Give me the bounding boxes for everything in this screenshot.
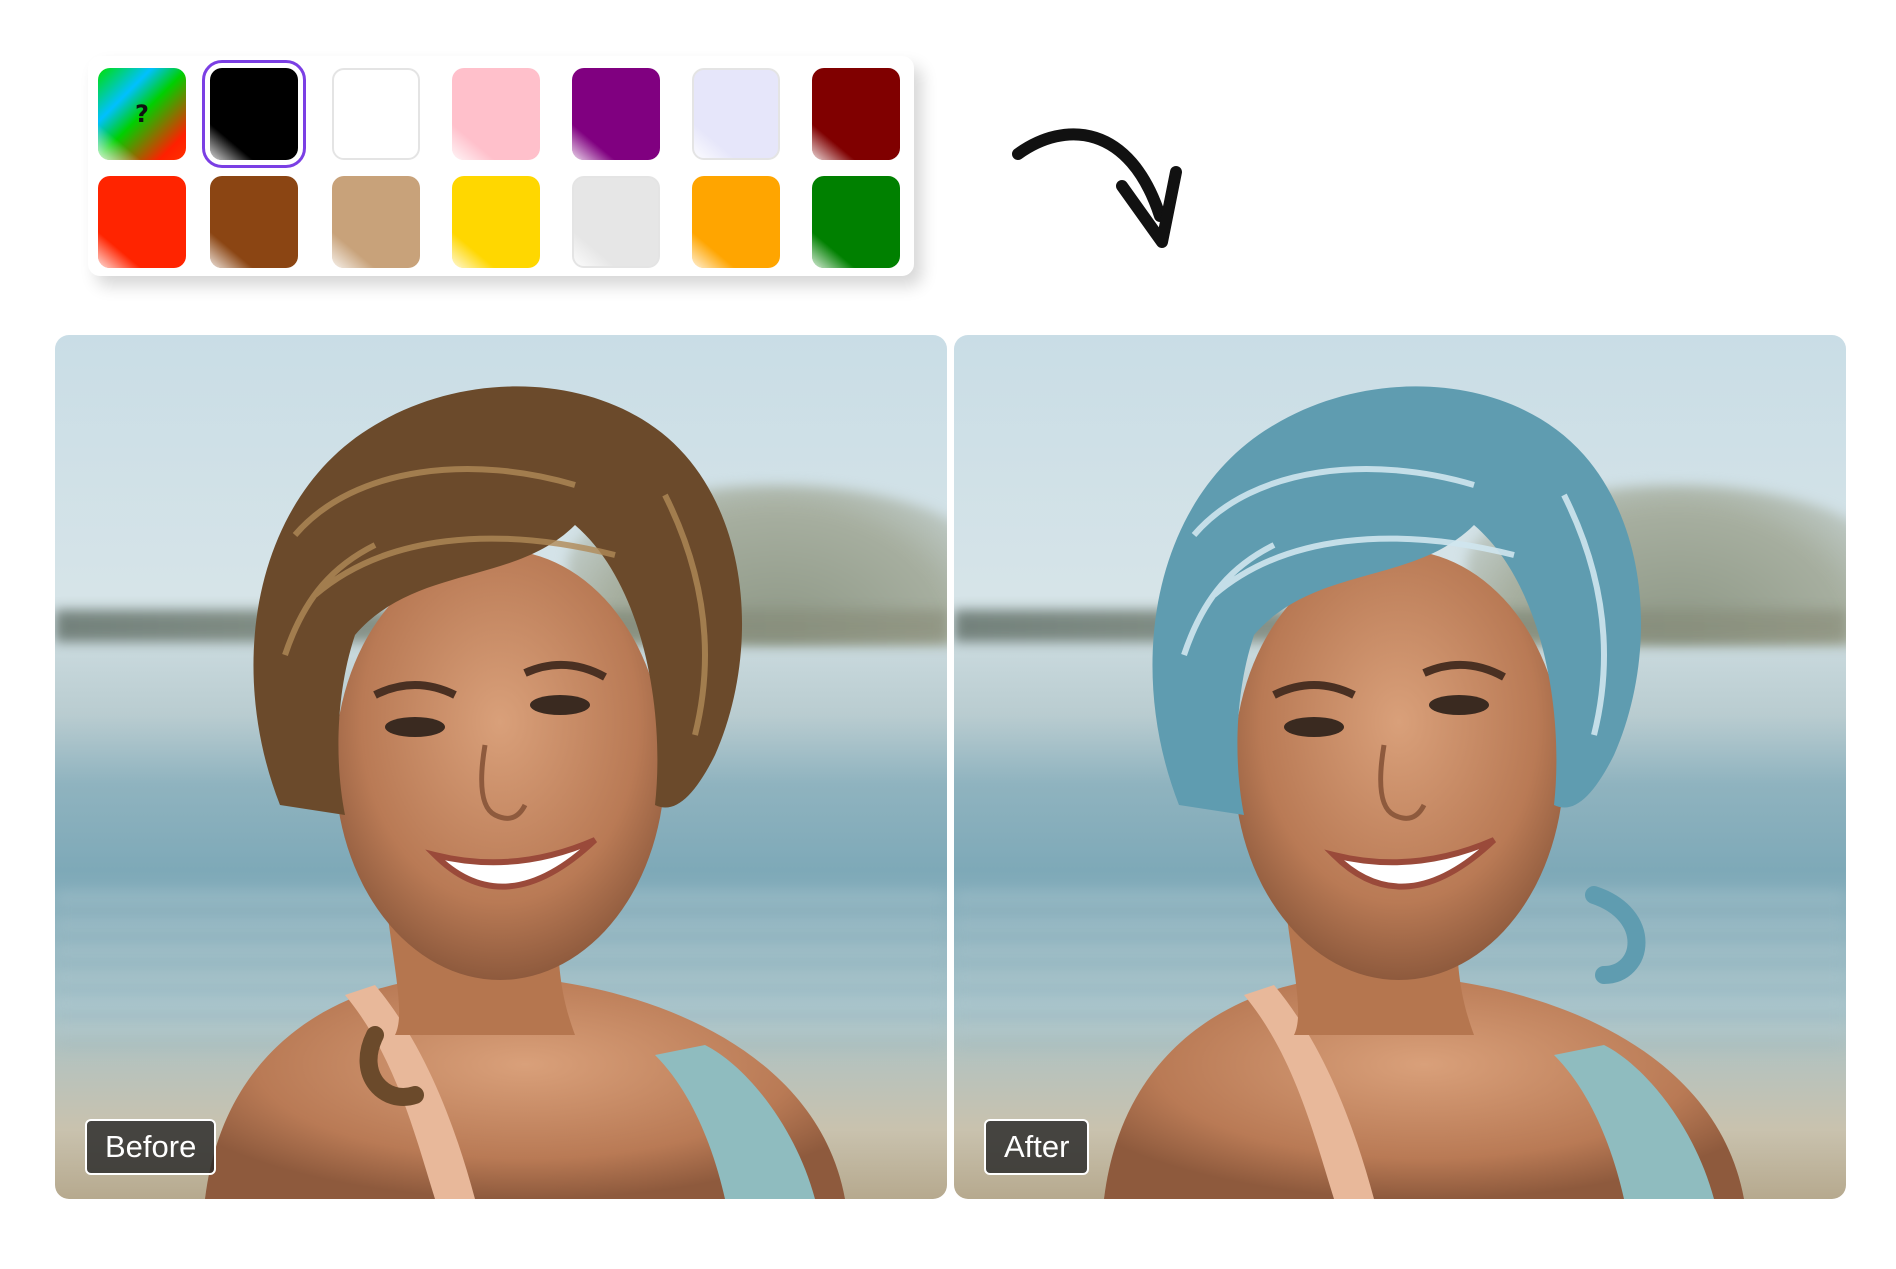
portrait-illustration-recolored bbox=[1104, 386, 1744, 1199]
swatch-custom[interactable]: ? bbox=[98, 68, 186, 160]
swatch-purple[interactable] bbox=[572, 68, 660, 160]
swatch-pink[interactable] bbox=[452, 68, 540, 160]
swatch-tan[interactable] bbox=[332, 176, 420, 268]
before-photo: Before bbox=[55, 335, 947, 1199]
after-photo: After bbox=[954, 335, 1846, 1199]
swatch-black[interactable] bbox=[202, 60, 306, 168]
question-mark-icon: ? bbox=[135, 100, 149, 128]
swatch-white[interactable] bbox=[332, 68, 420, 160]
swatch-maroon[interactable] bbox=[812, 68, 900, 160]
swatch-green[interactable] bbox=[812, 176, 900, 268]
swatch-orange[interactable] bbox=[692, 176, 780, 268]
hair-color-comparison: ? Before After bbox=[0, 0, 1896, 1269]
before-label: Before bbox=[85, 1119, 217, 1175]
swatch-yellow[interactable] bbox=[452, 176, 540, 268]
swatch-lavender[interactable] bbox=[692, 68, 780, 160]
after-label: After bbox=[984, 1119, 1090, 1175]
curved-arrow-down-right-icon bbox=[1012, 128, 1182, 248]
swatch-red[interactable] bbox=[98, 176, 186, 268]
portrait-illustration bbox=[205, 386, 845, 1199]
color-palette: ? bbox=[88, 56, 914, 276]
swatch-brown[interactable] bbox=[210, 176, 298, 268]
swatch-light-gray[interactable] bbox=[572, 176, 660, 268]
